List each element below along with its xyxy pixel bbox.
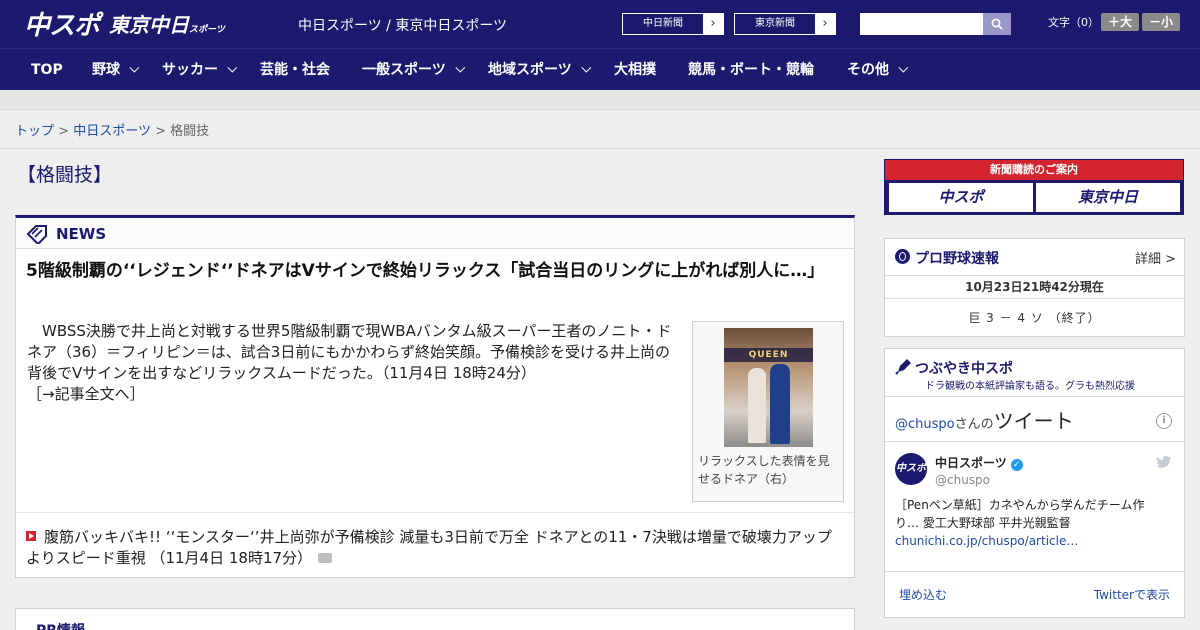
article-summary: WBSS決勝で井上尚と対戦する世界5階級制覇で現WBAバンタム級スーパー王者のノ… bbox=[27, 321, 682, 405]
pr-section: PR情報 bbox=[15, 608, 855, 630]
baseball-updated-time: 10月23日21時42分現在 bbox=[885, 275, 1184, 299]
news-tag-icon bbox=[26, 225, 47, 244]
twitter-widget-title: つぶやき中スポ bbox=[915, 361, 1013, 377]
photo-image: QUEEN bbox=[724, 328, 813, 447]
chevron-down-icon bbox=[129, 62, 140, 73]
search-input[interactable] bbox=[860, 13, 983, 35]
nav-baseball[interactable]: 野球 bbox=[92, 49, 140, 91]
divider bbox=[16, 512, 854, 513]
twitter-bird-icon[interactable] bbox=[1156, 455, 1172, 469]
font-size-label: 文字（0） bbox=[1048, 16, 1099, 29]
tweets-header: @chuspoさんのツイート bbox=[895, 409, 1074, 433]
subscription-banner-title: 新聞購読のご案内 bbox=[885, 160, 1183, 180]
nav-racing[interactable]: 競馬・ボート・競輪 bbox=[688, 49, 814, 91]
font-smaller-button[interactable]: －小 bbox=[1142, 13, 1180, 31]
site-logo[interactable]: 中スポ 東京中日スポーツ bbox=[24, 8, 225, 41]
tweet-link[interactable]: chunichi.co.jp/chuspo/article… bbox=[895, 532, 1155, 550]
chevron-down-icon bbox=[581, 62, 592, 73]
breadcrumb: トップ > 中日スポーツ > 格闘技 bbox=[0, 110, 1200, 149]
news-section-label: NEWS bbox=[56, 225, 107, 243]
nav-sumo[interactable]: 大相撲 bbox=[614, 49, 656, 91]
chevron-right-icon: › bbox=[815, 14, 835, 34]
logo-main: 中スポ bbox=[24, 10, 100, 41]
site-title[interactable]: 中日スポーツ / 東京中日スポーツ bbox=[298, 15, 507, 35]
search-button[interactable] bbox=[983, 13, 1011, 35]
baseball-scores-widget: プロ野球速報 詳細 > 10月23日21時42分現在 巨 3 － 4 ソ （終了… bbox=[884, 238, 1185, 337]
tokyo-chunichi-logo: 東京中日 bbox=[1036, 183, 1180, 212]
photo-caption: リラックスした表情を見せるドネア（右） bbox=[698, 454, 830, 486]
nav-top[interactable]: TOP bbox=[31, 49, 63, 91]
breadcrumb-current: 格闘技 bbox=[170, 124, 210, 139]
account-name[interactable]: 中日スポーツ ✓ bbox=[935, 454, 1023, 471]
nav-entertainment[interactable]: 芸能・社会 bbox=[260, 49, 330, 91]
video-marker-icon bbox=[26, 531, 36, 541]
baseball-score[interactable]: 巨 3 － 4 ソ （終了） bbox=[885, 309, 1184, 326]
tokyo-shimbun-link[interactable]: 東京新聞 › bbox=[734, 13, 836, 35]
baseball-icon bbox=[895, 249, 910, 264]
chevron-down-icon bbox=[455, 62, 466, 73]
related-news-item[interactable]: 腹筋バッキバキ!! ‘‘モンスター‘’井上尚弥が予備検診 減量も3日前で万全 ド… bbox=[26, 527, 846, 569]
article-headline[interactable]: 5階級制覇の‘‘レジェンド‘’ドネアはVサインで終始リラックス「試合当日のリング… bbox=[26, 259, 836, 284]
breadcrumb-chunichi-sports[interactable]: 中日スポーツ bbox=[73, 124, 151, 139]
nav-regional-sports[interactable]: 地域スポーツ bbox=[488, 49, 592, 91]
baseball-widget-title: プロ野球速報 bbox=[915, 251, 999, 267]
font-larger-button[interactable]: ＋大 bbox=[1101, 13, 1139, 31]
subscription-banner[interactable]: 新聞購読のご案内 中スポ 東京中日 bbox=[884, 159, 1184, 215]
twitter-handle-link[interactable]: @chuspo bbox=[895, 417, 955, 432]
news-header: NEWS bbox=[16, 218, 854, 249]
tweet-text: ［Penペン草紙］カネやんから学んだチーム作り… 愛工大野球部 平井光親監督 c… bbox=[895, 496, 1155, 550]
read-more-link[interactable]: ［→記事全文へ］ bbox=[27, 384, 682, 405]
page-title: 【格闘技】 bbox=[17, 164, 113, 186]
pen-icon bbox=[895, 359, 911, 375]
logo-sub: 東京中日スポーツ bbox=[109, 12, 225, 37]
pr-label: PR情報 bbox=[36, 620, 85, 630]
info-icon[interactable]: i bbox=[1156, 413, 1172, 429]
header-band bbox=[0, 90, 1200, 110]
chunichi-shimbun-link[interactable]: 中日新聞 › bbox=[622, 13, 724, 35]
baseball-detail-link[interactable]: 詳細 > bbox=[1135, 248, 1176, 267]
nav-other[interactable]: その他 bbox=[847, 49, 909, 91]
nav-soccer[interactable]: サッカー bbox=[162, 49, 238, 91]
chevron-down-icon bbox=[898, 62, 909, 73]
twitter-widget: つぶやき中スポ ドラ観戦の本紙評論家も語る。グラも熱烈応援 @chuspoさんの… bbox=[884, 348, 1185, 618]
top-header: 中スポ 東京中日スポーツ 中日スポーツ / 東京中日スポーツ 中日新聞 › 東京… bbox=[0, 0, 1200, 48]
search-icon bbox=[991, 18, 1003, 30]
avatar[interactable]: 中スポ bbox=[895, 453, 927, 485]
nav-general-sports[interactable]: 一般スポーツ bbox=[362, 49, 466, 91]
verified-icon: ✓ bbox=[1010, 459, 1023, 471]
breadcrumb-top[interactable]: トップ bbox=[15, 124, 54, 139]
chevron-down-icon bbox=[227, 62, 238, 73]
twitter-widget-subtitle: ドラ観戦の本紙評論家も語る。グラも熱烈応援 bbox=[925, 381, 1135, 392]
camera-icon bbox=[318, 553, 333, 563]
chuspo-logo: 中スポ bbox=[889, 183, 1033, 212]
main-nav: TOP 野球 サッカー 芸能・社会 一般スポーツ 地域スポーツ 大相撲 競馬・ボ… bbox=[0, 48, 1200, 90]
chevron-right-icon: › bbox=[703, 14, 723, 34]
news-section: NEWS 5階級制覇の‘‘レジェンド‘’ドネアはVサインで終始リラックス「試合当… bbox=[15, 215, 855, 578]
embed-link[interactable]: 埋め込む bbox=[899, 586, 947, 603]
article-photo[interactable]: QUEEN リラックスした表情を見せるドネア（右） bbox=[692, 321, 844, 502]
view-on-twitter-link[interactable]: Twitterで表示 bbox=[1094, 586, 1170, 603]
account-handle[interactable]: @chuspo bbox=[935, 473, 990, 487]
